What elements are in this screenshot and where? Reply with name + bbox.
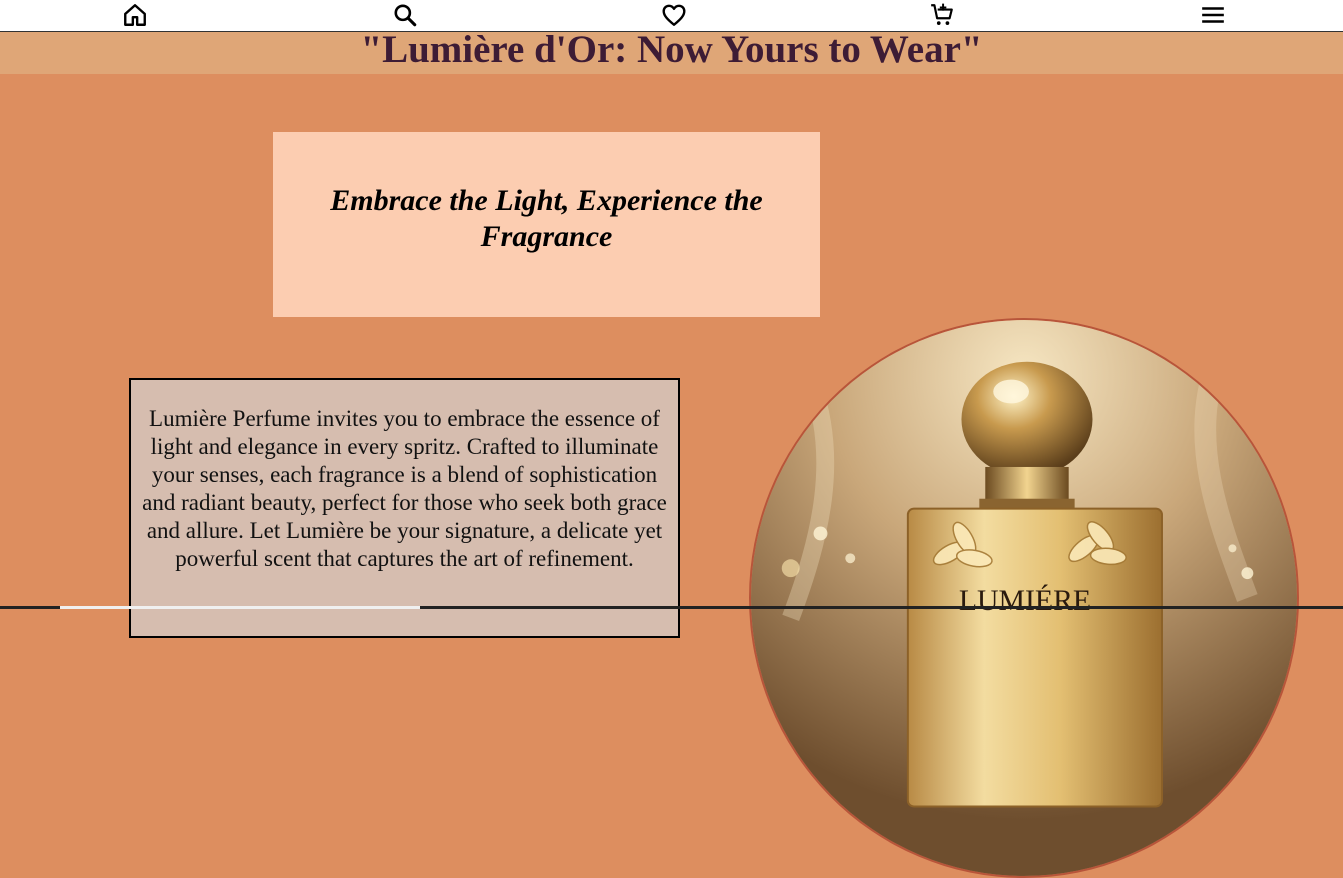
favorites-button[interactable] xyxy=(659,1,689,29)
tagline-box: Embrace the Light, Experience the Fragra… xyxy=(273,132,820,317)
title-banner: "Lumière d'Or: Now Yours to Wear" xyxy=(0,28,1343,74)
description-box: Lumière Perfume invites you to embrace t… xyxy=(129,378,680,638)
menu-icon xyxy=(1202,7,1224,23)
menu-button[interactable] xyxy=(1198,1,1228,29)
heart-icon xyxy=(662,4,686,26)
page-title: "Lumière d'Or: Now Yours to Wear" xyxy=(360,28,983,71)
cart-button[interactable] xyxy=(927,1,957,29)
search-icon xyxy=(394,4,417,27)
description-text: Lumière Perfume invites you to embrace t… xyxy=(142,406,667,571)
home-button[interactable] xyxy=(120,1,150,29)
perfume-bottle-illustration: LUMIÉRE xyxy=(751,320,1297,876)
home-icon xyxy=(124,4,146,26)
cart-icon xyxy=(931,3,953,25)
bottle-label-text: LUMIÉRE xyxy=(959,584,1091,617)
tagline-heading: Embrace the Light, Experience the Fragra… xyxy=(330,183,763,253)
perfume-product-image: LUMIÉRE xyxy=(749,318,1299,878)
search-button[interactable] xyxy=(390,1,420,29)
